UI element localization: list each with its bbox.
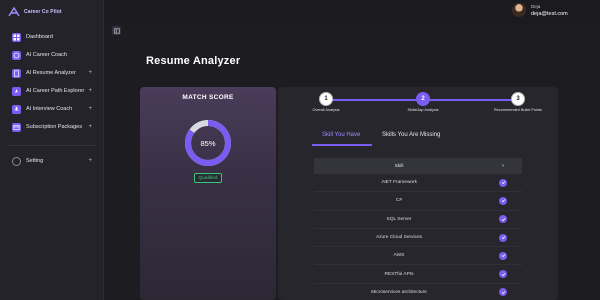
expand-icon[interactable]: + [88,124,92,130]
step-bullet-points[interactable]: 3 [511,92,525,106]
microphone-icon [12,104,21,114]
brand-logo[interactable]: Career Co Pilot [8,4,62,20]
sidebar-item-label: Setting [26,158,44,164]
tab-skills-missing[interactable]: Skills You Are Missing [382,132,440,138]
sidebar: Career Co Pilot Dashboard AI Career Coac… [0,0,104,300]
sidebar-toggle-icon [113,28,120,34]
sidebar-item-interview-coach[interactable]: AI Interview Coach + [0,100,104,118]
sidebar-item-subscription[interactable]: Subscription Packages + [0,118,104,136]
check-icon [499,178,507,187]
skills-tabs: Skill You Have Skills You Are Missing [312,132,532,146]
sidebar-item-label: AI Career Coach [26,52,67,58]
skill-name: Azure Cloud Services [375,235,423,241]
skill-check-cell [484,178,522,187]
tab-skills-have[interactable]: Skill You Have [322,132,360,138]
sidebar-divider [8,145,96,146]
sidebar-nav: Dashboard AI Career Coach AI Resume Anal… [0,28,104,170]
expand-icon[interactable]: + [88,70,92,76]
skill-name: AWS [393,253,405,259]
stepper-line-done [326,99,424,101]
skill-check-cell [484,251,522,260]
sidebar-item-label: AI Interview Coach [26,106,73,112]
column-header-skill: Skill [394,163,404,169]
table-body: .NET Framework C# SQL Server Azure Cloud Se… [314,174,522,300]
check-icon [499,288,507,297]
skill-name: Microservices architecture [371,289,427,295]
step-skills-gap[interactable]: 2 [416,92,430,106]
avatar[interactable] [512,3,526,17]
step-label: Recommended Bullet Points [494,108,542,112]
skills-analysis-card: 1 2 3 Overall Analysis SkillsGap Analysi… [278,87,558,300]
document-icon [12,68,21,78]
skill-check-cell [484,270,522,279]
sidebar-item-label: AI Career Path Explorer [26,88,85,94]
active-tab-indicator [312,144,372,146]
table-row: Azure Cloud Services [314,229,522,248]
collapse-sidebar-button[interactable] [112,26,121,35]
expand-icon[interactable]: + [88,88,92,94]
skill-name: SQL Server [386,216,412,222]
sidebar-item-label: AI Resume Analyzer [26,70,76,76]
skill-name: C# [395,198,403,204]
table-row: SQL Server [314,211,522,229]
match-score-value: 85% [200,138,216,148]
sidebar-item-resume-analyzer[interactable]: AI Resume Analyzer + [0,64,104,82]
logo-icon [8,6,20,17]
match-score-title: MATCH SCORE [182,94,234,101]
sidebar-item-dashboard[interactable]: Dashboard [0,28,104,46]
table-row: Microservices architecture [314,284,522,300]
match-score-card: MATCH SCORE 85% Qualified [140,87,276,300]
table-row: AWS [314,247,522,266]
expand-icon[interactable]: + [88,158,92,164]
skill-check-cell [484,288,522,297]
column-header-check[interactable]: + [484,164,522,169]
skill-check-cell [484,215,522,224]
brand-name: Career Co Pilot [24,9,62,15]
check-icon [499,233,507,242]
card-icon [12,122,21,132]
check-icon [499,215,507,224]
user-name: Deja [531,4,541,9]
check-icon [499,196,507,205]
skill-check-cell [484,233,522,242]
table-header: Skill + [314,158,522,174]
sidebar-item-career-coach[interactable]: AI Career Coach [0,46,104,64]
skill-check-cell [484,196,522,205]
stepper-line-pending [426,99,516,101]
step-label: SkillsGap Analysis [407,108,439,112]
expand-icon[interactable]: + [88,106,92,112]
table-row: C# [314,192,522,211]
gear-icon [12,156,21,166]
sidebar-item-label: Subscription Packages [26,124,82,130]
step-label: Overall Analysis [312,108,340,112]
table-row: .NET Framework [314,174,522,193]
user-email: deja@test.com [531,11,568,17]
check-icon [499,270,507,279]
step-overall-analysis[interactable]: 1 [319,92,333,106]
check-icon [499,251,507,260]
grid-icon [12,32,21,42]
sidebar-item-setting[interactable]: Setting + [0,152,104,170]
brain-icon [12,50,21,60]
page-title: Resume Analyzer [146,55,241,67]
compass-icon [12,86,21,96]
table-row: RESTful APIs [314,265,522,284]
skill-name: RESTful APIs [384,271,414,277]
sidebar-item-career-path[interactable]: AI Career Path Explorer + [0,82,104,100]
skills-table: Skill + .NET Framework C# SQL Server Azure … [314,158,522,300]
qualified-badge: Qualified [194,173,222,183]
skill-name: .NET Framework [380,180,418,186]
sidebar-item-label: Dashboard [26,34,53,40]
